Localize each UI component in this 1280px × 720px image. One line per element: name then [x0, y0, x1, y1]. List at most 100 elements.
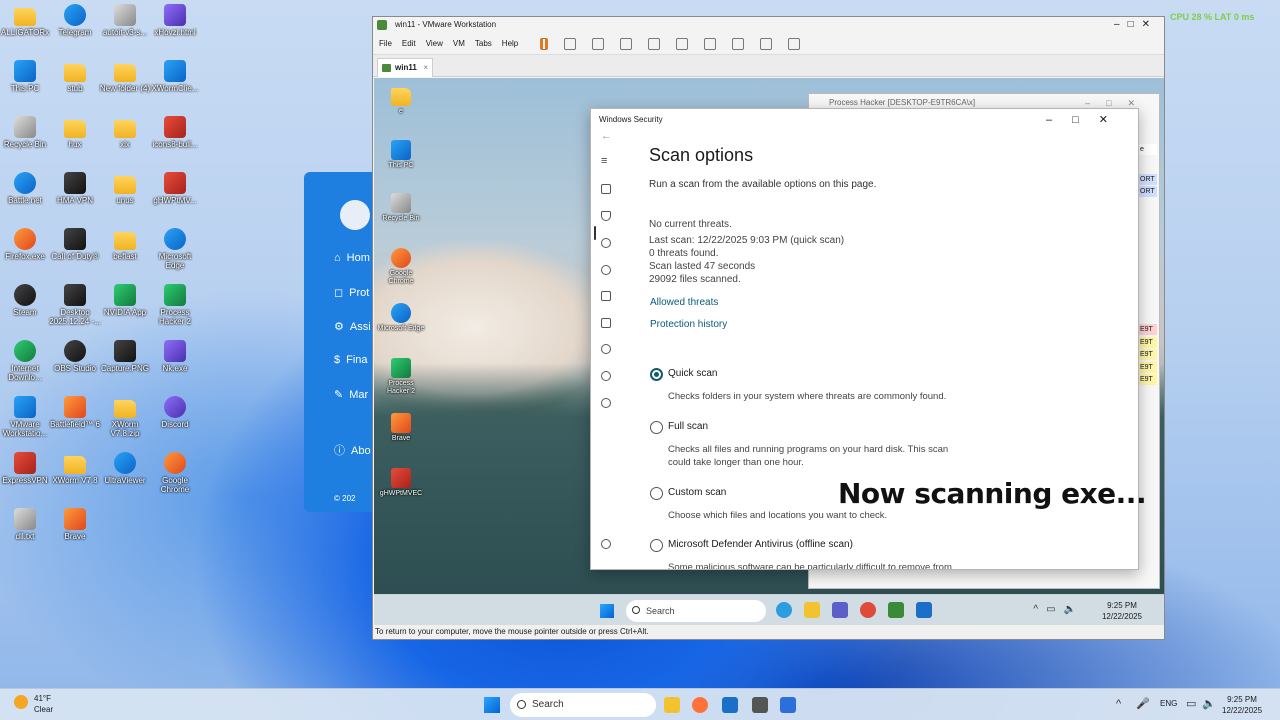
sidebar-toggle-icon[interactable] [676, 37, 689, 50]
fullscreen-icon[interactable] [732, 37, 745, 50]
desktop-icon-battle-net[interactable]: Battle.net [0, 172, 51, 205]
send-keys-icon[interactable] [564, 37, 577, 50]
desktop-icon-internet-downlo[interactable]: Internet Downlo... [0, 340, 51, 382]
menu-edit[interactable]: Edit [402, 39, 416, 48]
language-indicator[interactable]: ENG [1160, 699, 1177, 708]
offline-scan-radio[interactable] [650, 539, 663, 552]
firefox-icon[interactable] [692, 697, 708, 713]
desktop-icon-beflast[interactable]: beflast [99, 228, 151, 261]
desktop-icon-nk-exe[interactable]: Nk.exe [149, 340, 201, 373]
menu-tabs[interactable]: Tabs [475, 39, 492, 48]
desktop-icon-recycle-bin[interactable]: Recycle Bin [0, 116, 51, 149]
start-icon[interactable] [600, 604, 614, 618]
allowed-threats-link[interactable]: Allowed threats [650, 297, 718, 308]
desktop-icon-desktop-2025-12-24[interactable]: Desktop 2025.12.24 -... [49, 284, 101, 326]
menu-icon[interactable]: ≡ [601, 155, 607, 167]
side-nav-manage[interactable]: ✎ Mar [334, 388, 368, 401]
family-icon[interactable] [601, 371, 611, 381]
teams-icon[interactable] [832, 602, 848, 618]
process-row[interactable]: E9T [1139, 362, 1157, 373]
side-nav-finance[interactable]: $ Fina [334, 354, 368, 366]
process-hacker-icon[interactable] [888, 602, 904, 618]
guest-screen[interactable]: e This PC Recycle Bin Google Chrome Microsof… [374, 78, 1164, 626]
device-security-icon[interactable] [601, 318, 611, 328]
side-nav-protection[interactable]: ◻ Prot [334, 286, 369, 299]
desktop-icon-new-folder-4[interactable]: New folder (4) [99, 60, 151, 93]
guest-system-tray[interactable]: ^▭🔈 [1033, 604, 1084, 615]
side-nav-assist[interactable]: ⚙ Assi [334, 320, 371, 333]
desktop-icon-battlefield-6[interactable]: Battlefield™ 6 [49, 396, 101, 429]
tab-win11[interactable]: win11 × [377, 58, 433, 77]
vmware-titlebar[interactable]: win11 - VMware Workstation –□✕ [373, 17, 1164, 33]
file-explorer-icon[interactable] [804, 602, 820, 618]
guest-icon-microsoft-edge[interactable]: Microsoft Edge [377, 303, 425, 333]
edge-icon[interactable] [776, 602, 792, 618]
protection-history-link[interactable]: Protection history [650, 319, 727, 330]
menu-help[interactable]: Help [502, 39, 518, 48]
host-search-box[interactable]: Search [510, 693, 656, 717]
windows-security-icon[interactable] [916, 602, 932, 618]
xworm-taskbar-icon[interactable] [780, 697, 796, 713]
manage-snapshots-icon[interactable] [648, 37, 661, 50]
firewall-icon[interactable] [601, 265, 611, 275]
side-nav-home[interactable]: ⌂ Hom [334, 252, 370, 264]
file-explorer-icon[interactable] [664, 697, 680, 713]
pause-icon[interactable] [540, 37, 549, 50]
guest-clock[interactable]: 9:25 PM 12/22/2025 [1102, 600, 1142, 622]
desktop-icon-steam[interactable]: Steam [0, 284, 51, 317]
guest-icon-e[interactable]: e [377, 84, 425, 116]
menu-file[interactable]: File [379, 39, 392, 48]
guest-icon-recycle-bin[interactable]: Recycle Bin [377, 193, 425, 223]
process-row[interactable]: ORT [1139, 174, 1157, 185]
process-row[interactable]: E9T [1139, 337, 1157, 348]
desktop-icon-hma-vpn[interactable]: HMA VPN [49, 172, 101, 205]
desktop-icon-ghwptmv[interactable]: gHWPtMV... [149, 172, 201, 205]
settings-gear-icon[interactable] [601, 539, 611, 549]
desktop-icon-capture-png[interactable]: Capture.PNG [99, 340, 151, 373]
desktop-icon-firefox-exe[interactable]: Firefox.exe [0, 228, 51, 261]
console-icon[interactable] [760, 37, 773, 50]
vmware-taskbar-icon[interactable] [722, 697, 738, 713]
desktop-icon-process-hacker-2[interactable]: Process Hacker 2 [149, 284, 201, 326]
terminal-icon[interactable] [752, 697, 768, 713]
process-row[interactable]: E9T [1139, 349, 1157, 360]
thumbnail-icon[interactable] [704, 37, 717, 50]
desktop-icon-xwormclie[interactable]: XWormClie... [149, 60, 201, 93]
avatar[interactable] [340, 200, 370, 230]
home-icon[interactable] [601, 184, 611, 194]
window-controls[interactable]: –□✕ [1046, 109, 1128, 131]
desktop-icon-discord[interactable]: Discord [149, 396, 201, 429]
process-row[interactable]: E9T [1139, 324, 1157, 335]
desktop-icon-ultraviewer[interactable]: UltraViewer [99, 452, 151, 485]
custom-scan-radio[interactable] [650, 487, 663, 500]
desktop-icon-vmware-workstatio[interactable]: VMware Workstatio... [0, 396, 51, 438]
stretch-icon[interactable] [788, 37, 801, 50]
close-tab-icon[interactable]: × [423, 59, 428, 77]
process-row[interactable]: E9T [1139, 374, 1157, 385]
desktop-icon-xhovzi-html[interactable]: xHovzi.html [149, 4, 201, 37]
health-icon[interactable] [601, 344, 611, 354]
desktop-icon-google-chrome[interactable]: Google Chrome [149, 452, 201, 494]
desktop-icon-obs-studio[interactable]: OBS Studio [49, 340, 101, 373]
account-icon[interactable] [601, 238, 611, 248]
menu-vm[interactable]: VM [453, 39, 465, 48]
back-arrow-icon[interactable]: ← [601, 130, 612, 142]
process-row[interactable]: e [1139, 144, 1157, 155]
menu-view[interactable]: View [426, 39, 443, 48]
guest-icon-brave[interactable]: Brave [377, 413, 425, 443]
desktop-icon-autoit-v3-s[interactable]: autoit-v3-s... [99, 4, 151, 37]
snapshot-icon[interactable] [592, 37, 605, 50]
app-browser-icon[interactable] [601, 291, 611, 301]
desktop-icon-xworm-v7-8-zip[interactable]: XWorm V7.8.zip [99, 396, 151, 438]
desktop-icon-call-of-duty[interactable]: Call of Duty® [49, 228, 101, 261]
desktop-icon-dll-txt[interactable]: dll.txt [0, 508, 51, 541]
shield-icon[interactable] [601, 211, 611, 221]
windows-security-titlebar[interactable]: Windows Security –□✕ [591, 109, 1138, 129]
desktop-icon-icons8-bull[interactable]: icons8-bull... [149, 116, 201, 149]
side-nav-about[interactable]: ⓘ Abo [334, 442, 371, 458]
guest-search-box[interactable]: Search [626, 600, 766, 622]
guest-icon-google-chrome[interactable]: Google Chrome [377, 248, 425, 286]
desktop-icon-telegram[interactable]: Telegram [49, 4, 101, 37]
desktop-icon-this-pc[interactable]: This PC [0, 60, 51, 93]
desktop-icon-expressvpn[interactable]: ExpressVPN [0, 452, 51, 485]
